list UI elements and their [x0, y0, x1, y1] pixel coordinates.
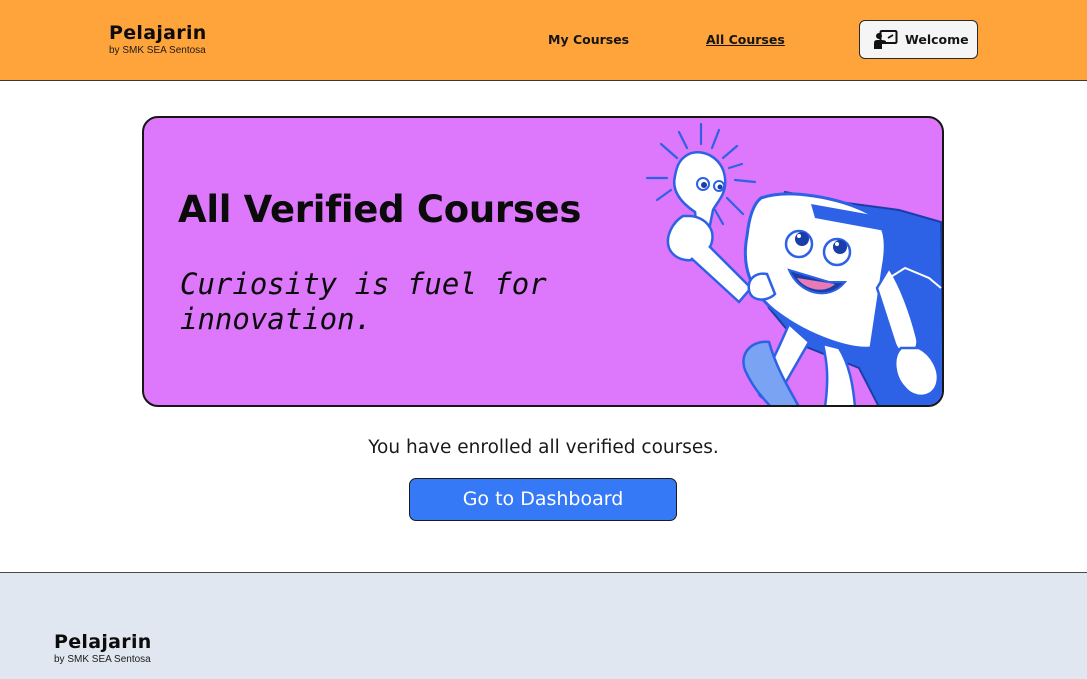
site-header: Pelajarin by SMK SEA Sentosa My Courses … — [0, 0, 1087, 81]
footer-brand-subtitle: by SMK SEA Sentosa — [54, 654, 151, 665]
hero-banner: All Verified Courses Curiosity is fuel f… — [142, 116, 944, 407]
welcome-label: Welcome — [905, 32, 969, 47]
page-title: All Verified Courses — [178, 188, 582, 231]
teacher-board-icon — [874, 30, 898, 49]
nav-my-courses[interactable]: My Courses — [548, 31, 629, 49]
header-brand[interactable]: Pelajarin by SMK SEA Sentosa — [109, 22, 207, 57]
footer-brand[interactable]: Pelajarin by SMK SEA Sentosa — [54, 631, 152, 666]
site-footer: Pelajarin by SMK SEA Sentosa — [0, 572, 1087, 679]
welcome-button[interactable]: Welcome — [859, 20, 978, 59]
go-to-dashboard-button[interactable]: Go to Dashboard — [409, 478, 677, 521]
brand-logo-text: Pelajarin — [109, 22, 207, 44]
footer-logo-text: Pelajarin — [54, 631, 152, 653]
nav-all-courses[interactable]: All Courses — [706, 31, 785, 49]
hero-quote: Curiosity is fuel for innovation. — [180, 267, 547, 336]
hero-illustration — [645, 122, 942, 405]
enrolled-message: You have enrolled all verified courses. — [368, 437, 719, 458]
brand-subtitle: by SMK SEA Sentosa — [109, 45, 206, 56]
